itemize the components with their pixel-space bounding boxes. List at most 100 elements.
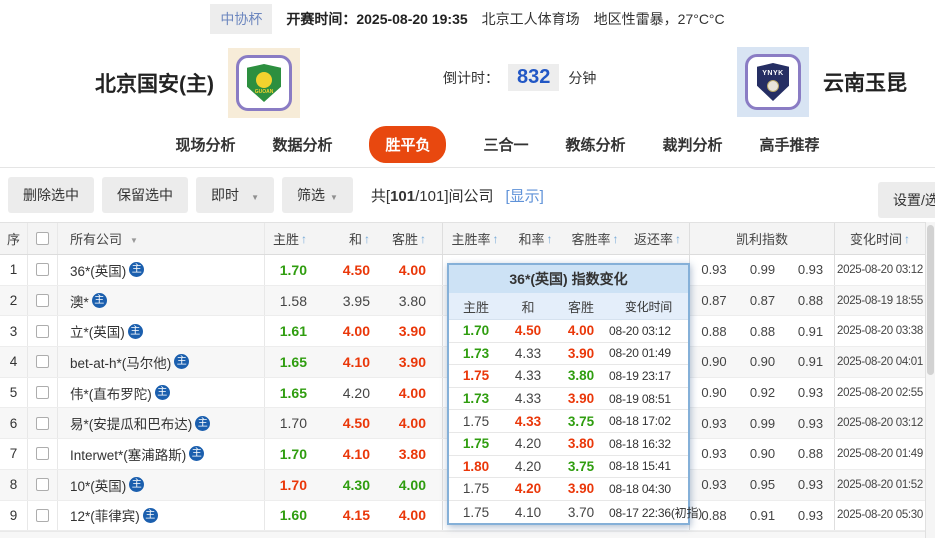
kelly-away: 0.93 [797, 477, 824, 493]
tab[interactable]: 裁判分析 [663, 134, 723, 155]
home-badge-icon: 主 [129, 262, 145, 278]
popup-home-odds: 1.80 [462, 458, 490, 474]
kelly-draw: 0.90 [749, 446, 776, 462]
kelly-draw: 0.99 [749, 415, 776, 431]
row-index: 7 [0, 439, 28, 469]
row-checkbox[interactable] [36, 508, 49, 522]
row-index: 8 [0, 469, 28, 500]
popup-change-time: 08-20 03:12 [609, 323, 671, 338]
sort-asc-icon [545, 231, 553, 246]
company-cell[interactable]: 易*(安提瓜和巴布达) 主 [58, 408, 265, 439]
home-odds: 1.61 [279, 323, 307, 340]
settings-button[interactable]: 设置/选 [878, 182, 935, 218]
countdown-label: 倒计时： [443, 69, 499, 86]
row-index: 5 [0, 377, 28, 408]
sort-asc-icon [611, 231, 619, 246]
header-home-rate[interactable]: 主胜率 [443, 223, 507, 254]
popup-change-time: 08-19 08:51 [609, 391, 671, 406]
kelly-away: 0.91 [797, 354, 824, 370]
show-link[interactable]: [显示] [506, 185, 544, 206]
row-checkbox[interactable] [36, 386, 49, 400]
popup-home-odds: 1.70 [462, 323, 490, 339]
row-checkbox[interactable] [36, 263, 49, 277]
tab[interactable]: 数据分析 [272, 134, 332, 155]
popup-change-time: 08-18 15:41 [609, 459, 671, 474]
row-checkbox[interactable] [36, 294, 49, 308]
draw-odds: 4.50 [342, 415, 370, 432]
row-checkbox[interactable] [36, 324, 49, 338]
row-checkbox[interactable] [36, 447, 49, 461]
change-time: 2025-08-20 03:12 [837, 263, 923, 276]
tab[interactable]: 现场分析 [175, 134, 235, 155]
vertical-scrollbar[interactable] [925, 222, 935, 538]
header-return-rate[interactable]: 返还率 [626, 223, 690, 254]
countdown-value: 832 [508, 64, 560, 91]
popup-row: 1.75 4.33 3.75 08-18 17:02 [449, 410, 688, 433]
popup-row: 1.70 4.50 4.00 08-20 03:12 [449, 320, 688, 343]
change-time: 2025-08-20 01:52 [837, 478, 923, 491]
select-all-checkbox[interactable] [36, 232, 49, 245]
kelly-draw: 0.90 [749, 354, 776, 370]
keep-selected-button[interactable]: 保留选中 [102, 177, 188, 213]
row-index: 1 [0, 255, 28, 285]
company-cell[interactable]: 伟*(直布罗陀) 主 [58, 377, 265, 408]
kelly-draw: 0.91 [749, 507, 776, 523]
row-checkbox[interactable] [36, 478, 49, 492]
row-checkbox[interactable] [36, 355, 49, 369]
tab[interactable]: 教练分析 [566, 134, 626, 155]
league-badge[interactable]: 中协杯 [210, 4, 273, 34]
countdown-unit: 分钟 [568, 69, 597, 86]
kelly-draw: 0.95 [749, 477, 776, 493]
header-away-odds[interactable]: 客胜 [383, 223, 443, 254]
filter-select[interactable]: 筛选 [282, 177, 353, 213]
header-company[interactable]: 所有公司 [58, 223, 265, 254]
header-change-time[interactable]: 变化时间 [835, 223, 925, 254]
kelly-away: 0.88 [797, 293, 824, 309]
tab[interactable]: 高手推荐 [760, 134, 820, 155]
home-odds: 1.70 [279, 261, 307, 278]
scrollbar-thumb[interactable] [927, 225, 934, 375]
company-cell[interactable]: Interwet*(塞浦路斯) 主 [58, 439, 265, 469]
row-checkbox[interactable] [36, 416, 49, 430]
company-cell[interactable]: 立*(英国) 主 [58, 316, 265, 347]
company-cell[interactable]: bet-at-h*(马尔他) 主 [58, 347, 265, 377]
company-name: bet-at-h*(马尔他) [70, 355, 172, 371]
sort-asc-icon [491, 231, 499, 246]
change-time: 2025-08-19 18:55 [837, 294, 923, 307]
header-home-odds[interactable]: 主胜 [265, 223, 325, 254]
home-badge-icon: 主 [154, 385, 170, 401]
popup-header-home: 主胜 [462, 299, 489, 315]
row-index: 3 [0, 316, 28, 347]
popup-home-odds: 1.75 [462, 481, 490, 497]
company-name: 立*(英国) [70, 325, 125, 341]
popup-away-odds: 3.70 [567, 504, 595, 520]
row-index: 9 [0, 500, 28, 531]
draw-odds: 4.50 [342, 261, 370, 278]
popup-title: 36*(英国) 指数变化 [449, 265, 688, 293]
company-cell[interactable]: 10*(英国) 主 [58, 469, 265, 500]
tab[interactable]: 胜平负 [369, 126, 447, 163]
away-odds: 4.00 [398, 507, 426, 524]
venue-label: 北京工人体育场 [481, 11, 580, 27]
company-cell[interactable]: 澳* 主 [58, 285, 265, 316]
tab[interactable]: 三合一 [483, 134, 528, 155]
away-odds: 3.90 [398, 353, 426, 370]
company-cell[interactable]: 36*(英国) 主 [58, 255, 265, 285]
kelly-away: 0.91 [797, 323, 824, 339]
header-draw-rate[interactable]: 和率 [507, 223, 564, 254]
odds-type-select[interactable]: 即时 [196, 177, 274, 213]
popup-draw-odds: 4.10 [514, 504, 542, 520]
chevron-down-icon [330, 187, 338, 203]
popup-home-odds: 1.75 [462, 436, 490, 452]
row-index: 6 [0, 408, 28, 439]
home-badge-icon: 主 [127, 323, 143, 339]
header-away-rate[interactable]: 客胜率 [564, 223, 626, 254]
company-cell[interactable]: 12*(菲律宾) 主 [58, 500, 265, 531]
kelly-draw: 0.87 [749, 293, 776, 309]
popup-draw-odds: 4.20 [514, 436, 542, 452]
change-time: 2025-08-20 01:49 [837, 447, 923, 460]
header-draw-odds[interactable]: 和 [325, 223, 383, 254]
delete-selected-button[interactable]: 删除选中 [8, 177, 94, 213]
popup-away-odds: 3.75 [567, 413, 595, 429]
row-index: 4 [0, 347, 28, 377]
